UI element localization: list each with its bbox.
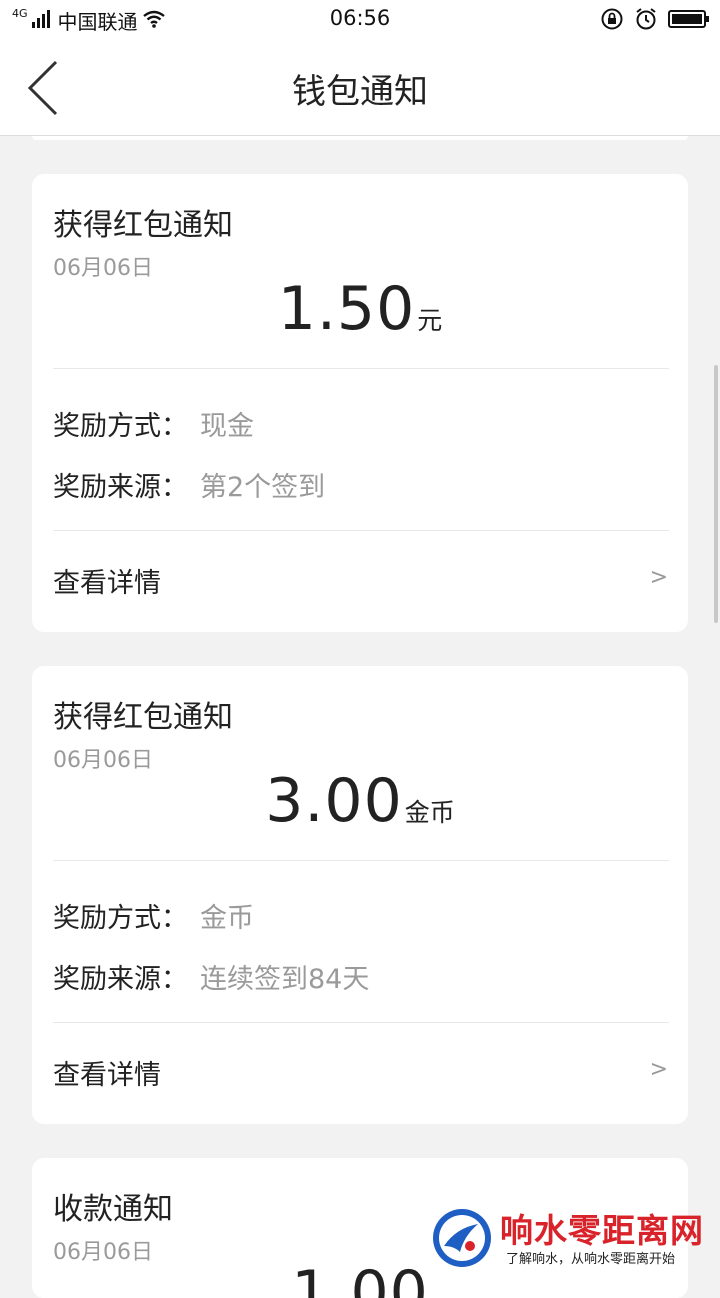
amount-row: 3.00 金币 [32,766,688,836]
scrollbar-thumb[interactable] [714,365,718,623]
amount-value: 3.00 [265,766,403,836]
reward-source-label: 奖励来源： [53,964,188,995]
amount-unit: 金币 [404,798,455,827]
status-right [600,7,710,35]
card-title: 收款通知 [53,1192,173,1227]
reward-method-label: 奖励方式： [53,411,188,442]
watermark-subtitle: 了解响水，从响水零距离开始 [506,1252,676,1267]
view-details-button[interactable]: 查看详情 > [32,531,688,631]
chevron-right-icon: > [649,565,668,590]
chevron-right-icon: > [649,1057,668,1082]
amount-row: 1.50 元 [32,274,688,344]
alarm-clock-icon [634,7,658,35]
reward-source-row: 奖励来源： 第2个签到 [53,465,325,504]
nav-bar: 钱包通知 [0,38,720,136]
amount-value: 1.50 [277,274,416,344]
watermark-title: 响水零距离网 [500,1211,704,1250]
amount-value: 1.00 [291,1258,429,1298]
notification-card: 获得红包通知 06月06日 1.50 元 奖励方式： 现金 奖励来源： 第2个签… [32,174,688,632]
battery-icon [668,9,710,33]
divider [53,860,669,861]
reward-source-label: 奖励来源： [53,472,188,503]
card-title: 获得红包通知 [53,700,233,735]
view-details-label: 查看详情 [53,568,161,599]
page-title: 钱包通知 [292,72,428,112]
site-watermark: 响水零距离网 了解响水，从响水零距离开始 [430,1204,720,1280]
card-title: 获得红包通知 [53,208,233,243]
previous-card-edge [32,136,688,140]
reward-source-row: 奖励来源： 连续签到84天 [53,957,369,996]
reward-method-value: 现金 [200,411,254,442]
view-details-label: 查看详情 [53,1060,161,1091]
notification-card: 获得红包通知 06月06日 3.00 金币 奖励方式： 金币 奖励来源： 连续签… [32,666,688,1124]
view-details-button[interactable]: 查看详情 > [32,1023,688,1123]
divider [53,368,669,369]
reward-source-value: 第2个签到 [200,472,326,503]
reward-source-value: 连续签到84天 [200,964,370,995]
amount-unit: 元 [417,306,443,335]
reward-method-row: 奖励方式： 现金 [53,404,254,443]
status-bar: 4G 中国联通 06:56 [0,0,720,38]
reward-method-value: 金币 [200,903,254,934]
reward-method-label: 奖励方式： [53,903,188,934]
watermark-logo-icon [430,1206,494,1274]
rotation-lock-icon [600,7,624,35]
reward-method-row: 奖励方式： 金币 [53,896,254,935]
